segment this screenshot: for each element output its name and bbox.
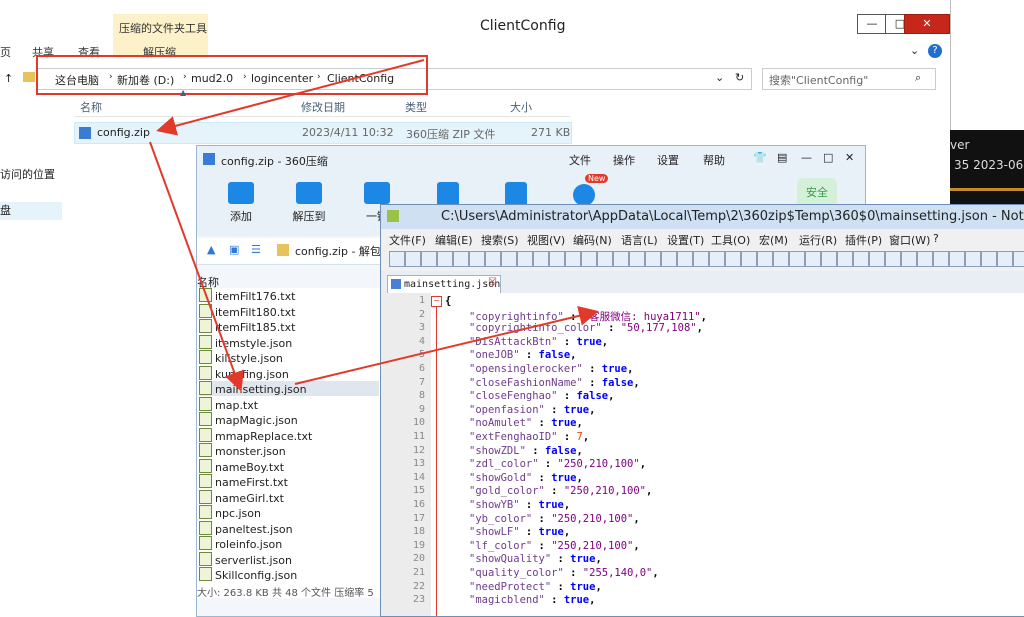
arrow-to-copyright <box>294 306 599 385</box>
annotation-arrows <box>149 59 599 392</box>
arrow-to-zip-file <box>156 59 425 136</box>
arrow-to-mainsetting <box>149 141 244 392</box>
